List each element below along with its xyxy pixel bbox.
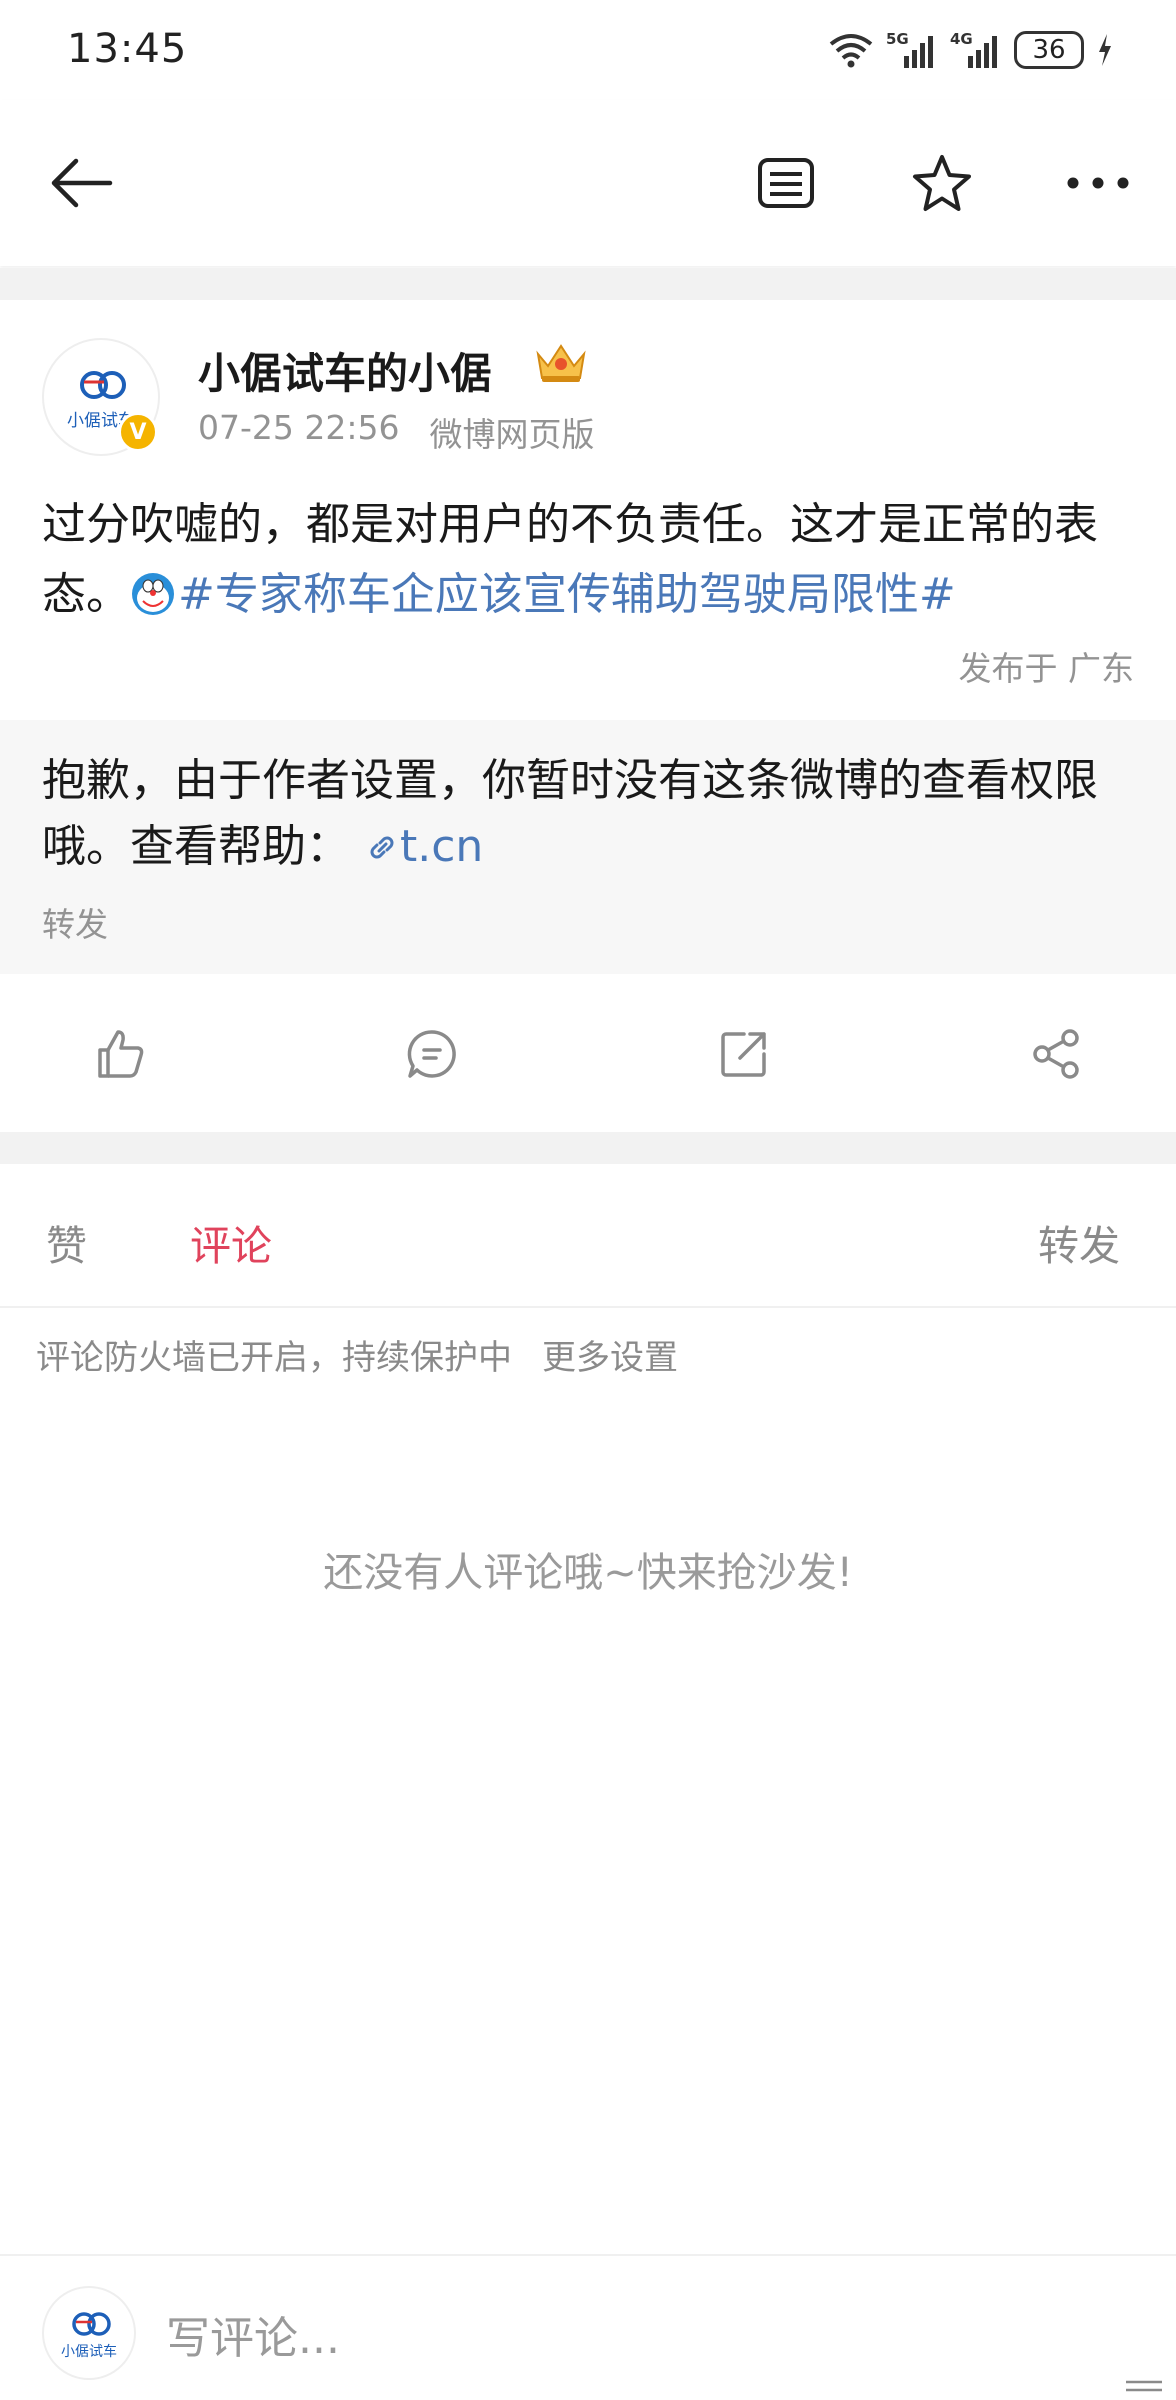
thumbs-up-icon [98, 1030, 144, 1078]
tab-likes[interactable]: 赞 [46, 1212, 87, 1272]
share-button[interactable] [1020, 1018, 1092, 1090]
reader-mode-button[interactable] [746, 143, 826, 223]
comment-bubble-icon [407, 1030, 456, 1078]
like-button[interactable] [84, 1018, 156, 1090]
post-time: 07-25 22:56 [198, 408, 400, 447]
signal-4g-icon: 4G [950, 30, 997, 68]
arrow-left-icon [51, 158, 113, 208]
steering-wheel-logo-icon [72, 2312, 111, 2336]
star-icon [913, 155, 971, 211]
wifi-icon [829, 34, 873, 68]
share-nodes-icon [1033, 1029, 1079, 1079]
avatar-text: 小倨试车 [61, 2344, 117, 2360]
post-text: 过分吹嘘的，都是对用户的不负责任。这才是正常的表态。 #专家称车企应该宣传辅助驾… [42, 490, 1142, 630]
empty-comments-message: 还没有人评论哦~快来抢沙发! [323, 1550, 853, 1596]
repost-card[interactable]: 抱歉，由于作者设置，你暂时没有这条微博的查看权限哦。查看帮助： t.cn 转发 [0, 720, 1176, 974]
action-bar [0, 976, 1176, 1132]
repost-button[interactable] [708, 1018, 780, 1090]
hashtag-link[interactable]: #专家称车企应该宣传辅助驾驶局限性# [178, 569, 956, 620]
comment-button[interactable] [396, 1018, 468, 1090]
charging-icon [1099, 34, 1111, 66]
comment-firewall-notice: 评论防火墙已开启，持续保护中 更多设置 [36, 1330, 708, 1379]
repost-text: 抱歉，由于作者设置，你暂时没有这条微博的查看权限哦。查看帮助： t.cn [42, 748, 1142, 880]
battery-icon: 36 [1014, 31, 1084, 69]
help-link-text: t.cn [400, 821, 484, 872]
verified-badge: V [118, 412, 158, 452]
back-button[interactable] [40, 143, 120, 223]
post-location: 发布于 广东 [958, 649, 1135, 688]
status-icons: 5G 4G 36 [828, 28, 1114, 72]
more-button[interactable] [1058, 143, 1138, 223]
interaction-tabs: 赞 评论 转发 [0, 1164, 1176, 1308]
favorite-button[interactable] [902, 143, 982, 223]
section-divider [0, 1132, 1176, 1164]
tab-comments[interactable]: 评论 [190, 1212, 272, 1272]
comment-input[interactable]: 写评论... [166, 2302, 1126, 2364]
svg-text:4G: 4G [950, 30, 973, 48]
doraemon-emoji-icon [132, 573, 174, 615]
status-bar: 13:45 5G 4G 36 [0, 0, 1176, 100]
repost-message: 抱歉，由于作者设置，你暂时没有这条微博的查看权限哦。查看帮助： [42, 755, 1098, 872]
section-divider [0, 268, 1176, 300]
svg-text:5G: 5G [886, 30, 909, 48]
author-name[interactable]: 小倨试车的小倨 [198, 340, 492, 401]
share-external-icon [721, 1032, 766, 1077]
drag-handle-icon[interactable] [1122, 2378, 1166, 2394]
signal-5g-icon: 5G [886, 30, 933, 68]
comment-bar: 小倨试车 写评论... [0, 2254, 1176, 2400]
link-icon [370, 836, 394, 859]
post-source: 微博网页版 [429, 415, 595, 454]
firewall-text: 评论防火墙已开启，持续保护中 [36, 1338, 512, 1378]
more-dots-icon [1067, 177, 1129, 189]
user-avatar[interactable]: 小倨试车 [42, 2286, 136, 2380]
more-settings-link[interactable]: 更多设置 [542, 1338, 678, 1378]
top-nav [0, 100, 1176, 266]
crown-badge-icon [536, 344, 586, 382]
help-link[interactable]: t.cn [364, 821, 483, 872]
article-icon [758, 158, 814, 208]
tab-reposts[interactable]: 转发 [1038, 1212, 1120, 1272]
status-time: 13:45 [67, 26, 188, 72]
repost-label: 转发 [42, 905, 108, 944]
steering-wheel-logo-icon [80, 371, 126, 399]
post-meta: 07-25 22:56 微博网页版 [198, 408, 594, 456]
